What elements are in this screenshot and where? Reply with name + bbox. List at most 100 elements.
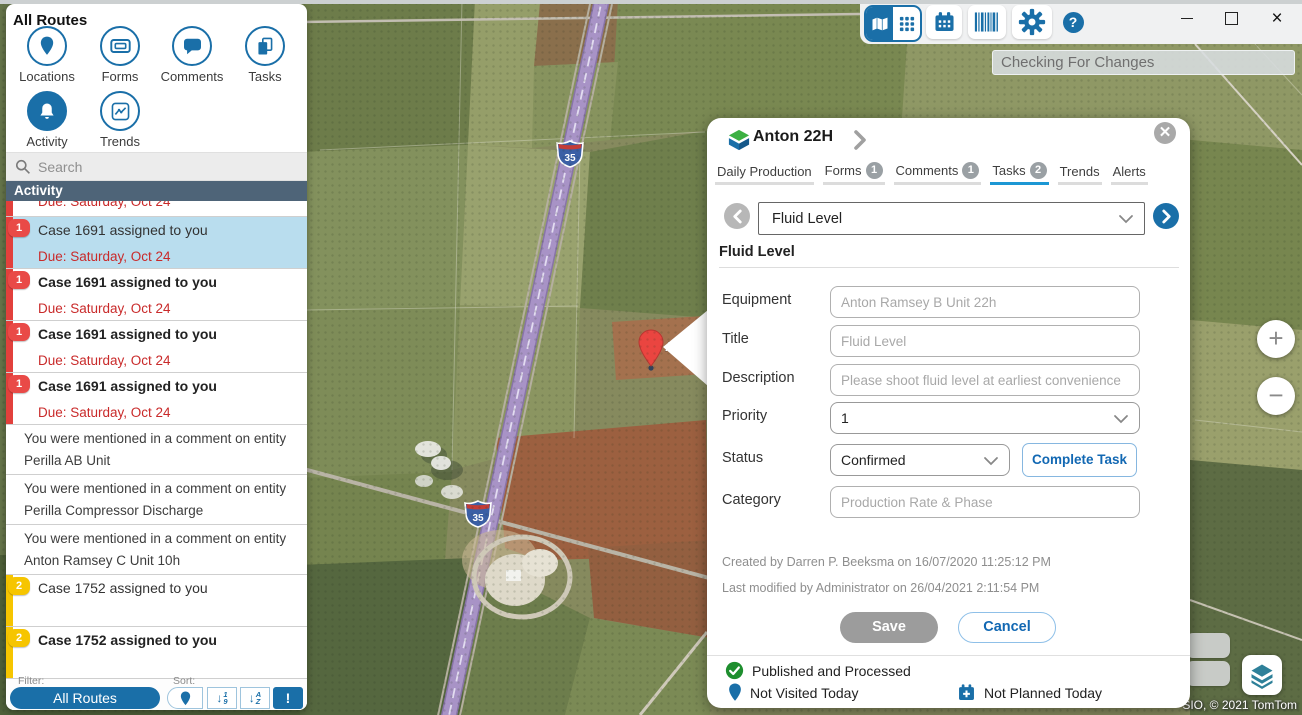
maximize-button[interactable] bbox=[1214, 0, 1248, 36]
list-item-selected[interactable]: 1 Case 1691 assigned to you Due: Saturda… bbox=[6, 217, 307, 269]
case-count-badge: 1 bbox=[8, 323, 30, 341]
minimize-icon bbox=[1181, 17, 1193, 19]
blue-map-pin-icon bbox=[729, 683, 741, 701]
task-selector-dropdown[interactable]: Fluid Level bbox=[758, 202, 1145, 235]
sort-by-location-button[interactable] bbox=[167, 687, 203, 709]
sidebar-item-trends[interactable]: Trends bbox=[84, 91, 156, 149]
grid-view-button[interactable] bbox=[893, 7, 920, 40]
list-item[interactable]: 2 Case 1752 assigned to you bbox=[6, 627, 307, 679]
popup-callout-tail bbox=[663, 310, 708, 386]
visited-status: Not Visited Today bbox=[725, 683, 858, 702]
published-status: Published and Processed bbox=[725, 661, 911, 680]
folded-map-icon bbox=[872, 17, 887, 30]
entity-title: Anton 22H bbox=[753, 128, 833, 145]
close-window-button[interactable]: × bbox=[1260, 0, 1294, 36]
title-field[interactable] bbox=[830, 325, 1140, 357]
complete-task-button[interactable]: Complete Task bbox=[1022, 443, 1137, 477]
sort-numeric-button[interactable]: ↓ 1 9 bbox=[207, 687, 237, 709]
map-control-button[interactable] bbox=[1186, 661, 1230, 686]
window-frame-top bbox=[0, 0, 1302, 4]
equipment-label: Equipment bbox=[722, 292, 792, 308]
sidebar-nav: Locations Forms Comments Tasks Activity … bbox=[6, 26, 307, 152]
app-window: 35 35 An + − SIO, © 2021 TomTom bbox=[0, 0, 1302, 715]
case-count-badge: 1 bbox=[8, 375, 30, 393]
speech-bubble-icon bbox=[183, 38, 201, 54]
zoom-in-button[interactable]: + bbox=[1257, 320, 1295, 358]
list-item[interactable]: You were mentioned in a comment on entit… bbox=[6, 425, 307, 475]
question-mark-icon: ? bbox=[1062, 11, 1084, 33]
title-label: Title bbox=[722, 331, 749, 347]
priority-label: Priority bbox=[722, 408, 768, 424]
chevron-right-icon[interactable] bbox=[853, 130, 867, 150]
route-filter-button[interactable]: All Routes bbox=[10, 687, 160, 709]
equipment-field[interactable] bbox=[830, 286, 1140, 318]
next-task-button[interactable] bbox=[1153, 203, 1179, 229]
list-item[interactable]: You were mentioned in a comment on entit… bbox=[6, 525, 307, 575]
help-button[interactable]: ? bbox=[1058, 5, 1088, 39]
title-input[interactable] bbox=[831, 326, 1139, 356]
previous-task-button[interactable] bbox=[724, 203, 750, 229]
line-chart-icon bbox=[111, 102, 129, 120]
list-item[interactable]: 1 Case 1691 assigned to you Due: Saturda… bbox=[6, 269, 307, 321]
sidebar-item-activity[interactable]: Activity bbox=[11, 91, 83, 149]
save-button[interactable]: Save bbox=[840, 612, 938, 643]
tab-daily-production[interactable]: Daily Production bbox=[715, 162, 814, 188]
search-icon bbox=[15, 159, 30, 174]
tab-trends[interactable]: Trends bbox=[1057, 162, 1102, 188]
map-view-button[interactable] bbox=[866, 7, 893, 40]
planned-status: Not Planned Today bbox=[957, 683, 1102, 702]
calendar-button[interactable] bbox=[926, 5, 962, 39]
search-bar[interactable] bbox=[6, 152, 307, 181]
chevron-down-icon bbox=[1119, 215, 1133, 224]
search-input[interactable] bbox=[36, 157, 290, 176]
task-section-title: Fluid Level bbox=[719, 244, 795, 260]
list-item[interactable]: Due: Saturday, Oct 24 bbox=[6, 201, 307, 217]
case-count-badge: 2 bbox=[8, 577, 30, 595]
entity-tabs: Daily Production Forms 1 Comments 1 Tasks 2… bbox=[715, 160, 1149, 188]
zoom-out-button[interactable]: − bbox=[1257, 377, 1295, 415]
list-item[interactable]: 1 Case 1691 assigned to you Due: Saturda… bbox=[6, 321, 307, 373]
cancel-button[interactable]: Cancel bbox=[958, 612, 1056, 643]
sidebar-panel: All Routes Locations Forms Comments Task… bbox=[6, 4, 307, 710]
titlebar: ? × bbox=[860, 0, 1302, 44]
map-pin-icon bbox=[40, 36, 54, 55]
barcode-button[interactable] bbox=[968, 5, 1006, 39]
priority-dropdown[interactable]: 1 bbox=[830, 402, 1140, 434]
ticket-icon bbox=[109, 39, 131, 53]
entity-popup: Anton 22H ✕ Daily Production Forms 1 Comm… bbox=[707, 118, 1190, 708]
status-dropdown[interactable]: Confirmed bbox=[830, 444, 1010, 476]
description-field[interactable] bbox=[830, 364, 1140, 396]
divider bbox=[707, 655, 1190, 656]
minimize-button[interactable] bbox=[1170, 0, 1204, 36]
equipment-input[interactable] bbox=[831, 287, 1139, 317]
category-field[interactable] bbox=[830, 486, 1140, 518]
list-item[interactable]: 1 Case 1691 assigned to you Due: Saturda… bbox=[6, 373, 307, 425]
settings-button[interactable] bbox=[1012, 5, 1052, 39]
grid-icon bbox=[899, 16, 914, 31]
entity-icon bbox=[728, 129, 750, 151]
sidebar-item-comments[interactable]: Comments bbox=[156, 26, 228, 84]
tab-comments[interactable]: Comments 1 bbox=[893, 160, 982, 188]
list-item[interactable]: 2 Case 1752 assigned to you bbox=[6, 575, 307, 627]
tab-tasks[interactable]: Tasks 2 bbox=[990, 160, 1049, 188]
category-input[interactable] bbox=[831, 487, 1139, 517]
description-input[interactable] bbox=[831, 365, 1139, 395]
case-count-badge: 2 bbox=[8, 629, 30, 647]
barcode-icon bbox=[974, 12, 998, 32]
svg-text:35: 35 bbox=[564, 153, 576, 164]
list-item[interactable]: You were mentioned in a comment on entit… bbox=[6, 475, 307, 525]
close-popup-button[interactable]: ✕ bbox=[1154, 122, 1176, 144]
tab-forms[interactable]: Forms 1 bbox=[822, 160, 885, 188]
map-layers-button[interactable] bbox=[1242, 655, 1282, 695]
sort-numeric-icon: ↓ 1 9 bbox=[216, 690, 228, 706]
sidebar-item-forms[interactable]: Forms bbox=[84, 26, 156, 84]
layers-icon bbox=[1251, 664, 1273, 689]
sort-priority-button[interactable]: ! bbox=[273, 687, 303, 709]
sort-alpha-button[interactable]: ↓ A Z bbox=[240, 687, 270, 709]
sidebar-item-tasks[interactable]: Tasks bbox=[229, 26, 301, 84]
map-control-button[interactable] bbox=[1186, 633, 1230, 658]
tab-alerts[interactable]: Alerts bbox=[1110, 162, 1149, 188]
sidebar-item-locations[interactable]: Locations bbox=[11, 26, 83, 84]
view-toggle[interactable] bbox=[864, 5, 922, 42]
activity-list[interactable]: Due: Saturday, Oct 24 1 Case 1691 assign… bbox=[6, 201, 307, 679]
